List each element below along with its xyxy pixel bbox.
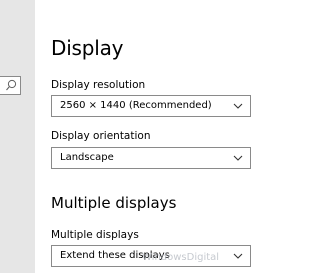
multiple-displays-label: Multiple displays xyxy=(51,229,139,241)
multiple-displays-heading: Multiple displays xyxy=(51,194,177,212)
search-icon xyxy=(6,79,17,91)
chevron-down-icon xyxy=(233,253,243,259)
display-orientation-value: Landscape xyxy=(60,152,114,163)
display-orientation-dropdown[interactable]: Landscape xyxy=(51,147,251,169)
multiple-displays-value: Extend these displays xyxy=(60,250,170,261)
display-resolution-dropdown[interactable]: 2560 × 1440 (Recommended) xyxy=(51,95,251,117)
settings-sidebar xyxy=(0,0,35,273)
multiple-displays-dropdown[interactable]: Extend these displays xyxy=(51,245,251,267)
display-resolution-value: 2560 × 1440 (Recommended) xyxy=(60,100,212,111)
display-resolution-label: Display resolution xyxy=(51,79,146,91)
display-orientation-label: Display orientation xyxy=(51,130,151,142)
page-title: Display xyxy=(51,36,124,60)
chevron-down-icon xyxy=(233,103,243,109)
chevron-down-icon xyxy=(233,155,243,161)
search-box[interactable] xyxy=(0,76,21,95)
